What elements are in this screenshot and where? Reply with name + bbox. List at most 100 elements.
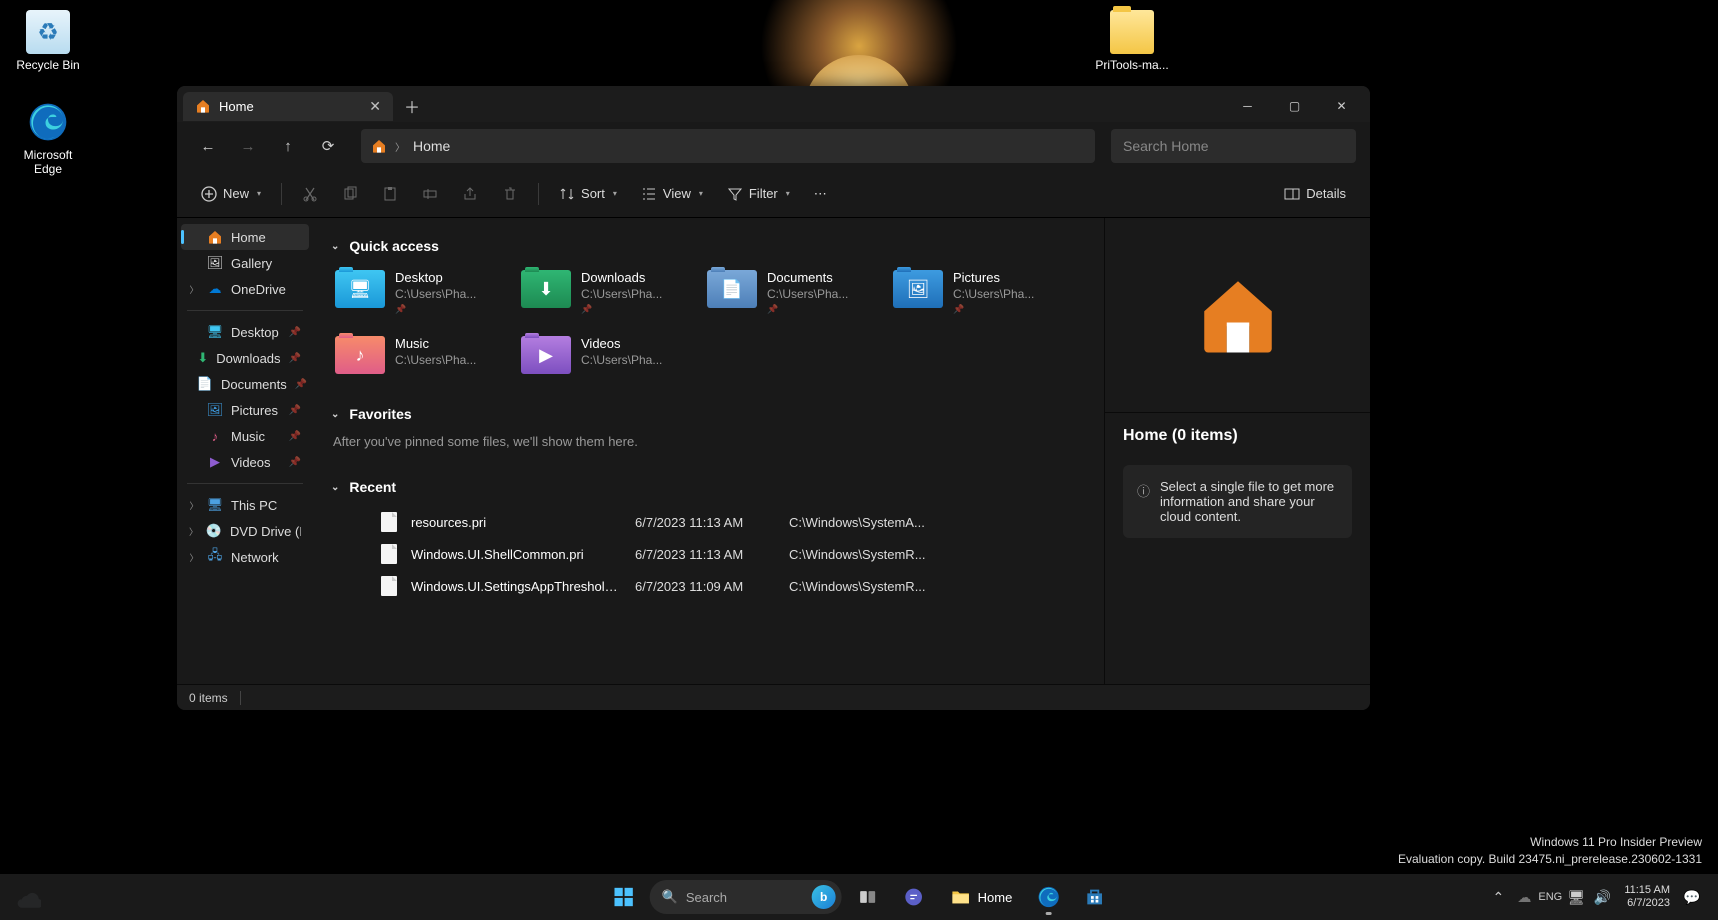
chevron-down-icon: ⌄ [331, 482, 339, 493]
address-bar[interactable]: 〉 Home [361, 129, 1095, 163]
breadcrumb-segment[interactable]: Home [413, 138, 450, 154]
tab-home[interactable]: Home ✕ [183, 92, 393, 121]
expand-icon[interactable]: 〉 [189, 283, 199, 296]
expand-icon[interactable]: 〉 [189, 551, 199, 564]
paste-button [372, 178, 408, 210]
qa-item-path: C:\Users\Pha... [767, 287, 848, 303]
minimize-button[interactable]: ─ [1225, 91, 1270, 121]
tray-volume-icon[interactable]: 🔊 [1590, 880, 1614, 914]
expand-icon[interactable]: 〉 [189, 525, 198, 538]
quick-access-item[interactable]: 📄 Documents C:\Users\Pha... 📌 [703, 266, 877, 320]
sidebar-item-pictures[interactable]: 🖼Pictures📌 [181, 397, 309, 423]
sidebar-item-label: Music [231, 429, 265, 444]
tray-network-icon[interactable]: 🖥 [1564, 880, 1588, 914]
sort-button[interactable]: Sort▾ [549, 178, 627, 210]
taskbar-app-label: Home [978, 890, 1013, 905]
pictures-icon: 🖼 [207, 402, 223, 418]
taskbar-clock[interactable]: 11:15 AM 6/7/2023 [1616, 884, 1678, 910]
section-header-recent[interactable]: ⌄Recent [331, 479, 1086, 495]
up-button[interactable]: ↑ [271, 129, 305, 163]
store-icon [1083, 886, 1105, 908]
qa-item-path: C:\Users\Pha... [953, 287, 1034, 303]
favorites-empty-text: After you've pinned some files, we'll sh… [331, 434, 1086, 449]
back-button[interactable]: ← [191, 129, 225, 163]
sidebar-item-network[interactable]: 〉🖧Network [181, 544, 309, 570]
folder-icon: 🖼 [893, 270, 943, 308]
sidebar-item-label: OneDrive [231, 282, 286, 297]
refresh-button[interactable]: ⟳ [311, 129, 345, 163]
nav-bar: ← → ↑ ⟳ 〉 Home Search Home [177, 122, 1370, 170]
sidebar-item-documents[interactable]: 📄Documents📌 [181, 371, 309, 397]
view-button[interactable]: View▾ [631, 178, 713, 210]
start-button[interactable] [604, 877, 644, 917]
desktop-icon-edge[interactable]: Microsoft Edge [8, 100, 88, 176]
task-view-button[interactable] [848, 877, 888, 917]
quick-access-item[interactable]: ⬇ Downloads C:\Users\Pha... 📌 [517, 266, 691, 320]
cut-button [292, 178, 328, 210]
file-icon [381, 576, 397, 596]
tab-close-button[interactable]: ✕ [369, 98, 381, 115]
tab-label: Home [219, 99, 254, 114]
desktop-icon-pritools[interactable]: PriTools-ma... [1092, 10, 1172, 72]
section-header-quick-access[interactable]: ⌄Quick access [331, 238, 1086, 254]
taskbar-app-edge[interactable] [1028, 877, 1068, 917]
tray-overflow[interactable]: ⌃ [1486, 880, 1510, 914]
desktop-icon-label: Microsoft Edge [8, 148, 88, 176]
recent-file-name: resources.pri [411, 515, 621, 530]
recent-file-row[interactable]: Windows.UI.SettingsAppThreshold.... 6/7/… [331, 571, 1086, 601]
quick-access-item[interactable]: 🖥 Desktop C:\Users\Pha... 📌 [331, 266, 505, 320]
quick-access-item[interactable]: ▶ Videos C:\Users\Pha... [517, 332, 691, 378]
folder-icon: ▶ [521, 336, 571, 374]
sidebar-item-downloads[interactable]: ⬇Downloads📌 [181, 345, 309, 371]
recent-file-row[interactable]: resources.pri 6/7/2023 11:13 AM C:\Windo… [331, 507, 1086, 537]
sidebar-item-music[interactable]: ♪Music📌 [181, 423, 309, 449]
tray-language[interactable]: ENG [1538, 880, 1562, 914]
new-tab-button[interactable]: ＋ [397, 91, 427, 121]
desktop-icon-recycle-bin[interactable]: Recycle Bin [8, 10, 88, 72]
quick-access-item[interactable]: ♪ Music C:\Users\Pha... [331, 332, 505, 378]
taskbar-app-store[interactable] [1074, 877, 1114, 917]
tray-notifications-icon[interactable]: 💬 [1680, 880, 1704, 914]
filter-button[interactable]: Filter▾ [717, 178, 800, 210]
qa-item-name: Downloads [581, 270, 662, 287]
quick-access-item[interactable]: 🖼 Pictures C:\Users\Pha... 📌 [889, 266, 1063, 320]
home-large-icon [1193, 270, 1283, 360]
search-input[interactable]: Search Home [1111, 129, 1356, 163]
desktop-icon: 🖥 [207, 324, 223, 340]
sidebar-item-videos[interactable]: ▶Videos📌 [181, 449, 309, 475]
sidebar-item-onedrive[interactable]: 〉☁OneDrive [181, 276, 309, 302]
sidebar-item-gallery[interactable]: 🖼Gallery [181, 250, 309, 276]
recent-file-date: 6/7/2023 11:13 AM [635, 515, 775, 530]
section-header-favorites[interactable]: ⌄Favorites [331, 406, 1086, 422]
network-icon: 🖧 [207, 549, 223, 565]
maximize-button[interactable]: ▢ [1272, 91, 1317, 121]
details-button[interactable]: Details [1274, 178, 1356, 210]
sidebar-item-home[interactable]: Home [181, 224, 309, 250]
chat-button[interactable] [894, 877, 934, 917]
pin-icon: 📌 [295, 379, 307, 390]
forward-button[interactable]: → [231, 129, 265, 163]
gallery-icon: 🖼 [207, 255, 223, 271]
details-pane: Home (0 items) ⓘ Select a single file to… [1104, 218, 1370, 684]
tray-onedrive-icon[interactable]: ☁ [1512, 880, 1536, 914]
sidebar-item-label: Documents [221, 377, 287, 392]
taskbar-search-placeholder: Search [686, 890, 727, 905]
taskbar-app-explorer[interactable]: Home [940, 877, 1023, 917]
taskbar-search[interactable]: 🔍 Search b [650, 880, 842, 914]
recent-file-row[interactable]: Windows.UI.ShellCommon.pri 6/7/2023 11:1… [331, 539, 1086, 569]
recent-file-date: 6/7/2023 11:09 AM [635, 579, 775, 594]
sidebar-item-label: Home [231, 230, 266, 245]
edge-icon [1037, 886, 1059, 908]
info-icon: ⓘ [1137, 481, 1150, 524]
details-tip-card: ⓘ Select a single file to get more infor… [1123, 465, 1352, 538]
new-button[interactable]: New▾ [191, 178, 271, 210]
chevron-right-icon: 〉 [395, 139, 405, 154]
sidebar-item-dvd[interactable]: 〉💿DVD Drive (D:) VMw [181, 518, 309, 544]
more-button[interactable]: ⋯ [804, 178, 837, 210]
expand-icon[interactable]: 〉 [189, 499, 199, 512]
pin-icon: 📌 [581, 304, 662, 316]
close-window-button[interactable]: ✕ [1319, 91, 1364, 121]
sidebar-item-this-pc[interactable]: 〉🖥This PC [181, 492, 309, 518]
sidebar-item-desktop[interactable]: 🖥Desktop📌 [181, 319, 309, 345]
qa-item-name: Pictures [953, 270, 1034, 287]
